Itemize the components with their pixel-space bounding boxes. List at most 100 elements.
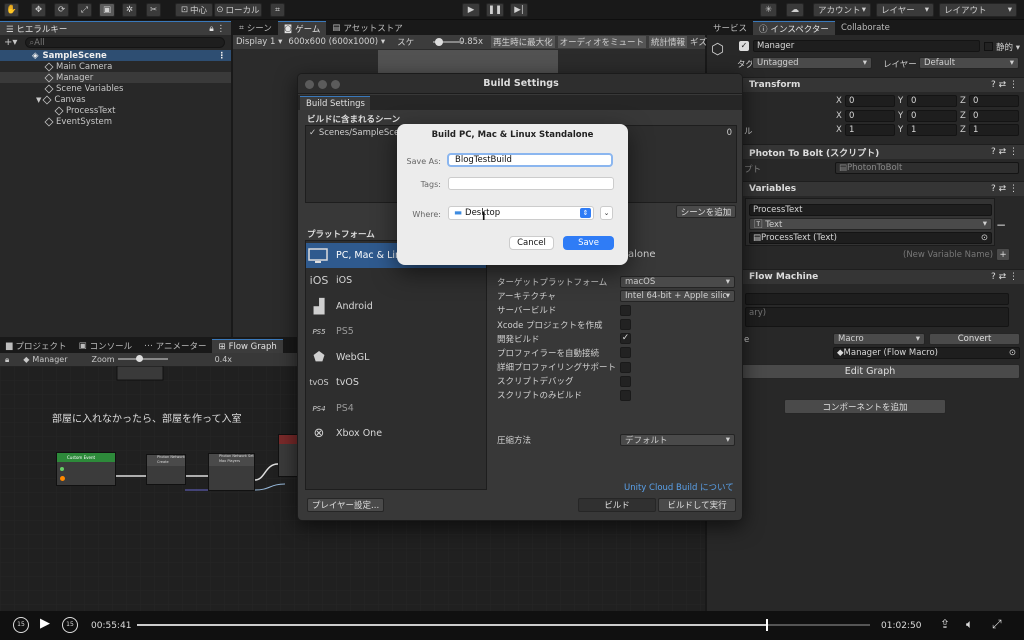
resolution-dropdown[interactable]: 600x600 (600x1000) ▾ xyxy=(288,37,385,47)
add-icon[interactable]: +▾ xyxy=(4,37,17,48)
tab-services[interactable]: サービス xyxy=(707,21,753,35)
macro-field[interactable]: ◆ Manager (Flow Macro) ⊙ xyxy=(833,347,1020,359)
hierarchy-item[interactable]: ▼ Canvas xyxy=(0,94,231,105)
share-icon[interactable]: ⇪ xyxy=(940,617,950,631)
services-button[interactable]: ✳ xyxy=(760,3,777,17)
tab-flow-graph[interactable]: ⊞ Flow Graph xyxy=(212,339,283,353)
pause-button[interactable]: ❚❚ xyxy=(486,3,504,17)
flow-machine-header[interactable]: Flow Machine? ⇄ ⋮ xyxy=(707,269,1024,284)
tab-hierarchy[interactable]: ☰ ヒエラルキー 🔒︎ ⋮ xyxy=(0,21,231,35)
rotate-tool-button[interactable]: ⟳ xyxy=(54,3,69,17)
scale-slider-thumb[interactable] xyxy=(435,38,443,46)
hierarchy-item[interactable]: EventSystem xyxy=(0,116,231,127)
zoom-slider[interactable] xyxy=(118,358,168,360)
component-menu-icons[interactable]: ? ⇄ ⋮ xyxy=(991,272,1018,282)
platform-item[interactable]: ▟ Android xyxy=(306,294,486,319)
tab-collaborate[interactable]: Collaborate xyxy=(835,21,896,35)
edit-graph-button[interactable]: Edit Graph xyxy=(720,364,1020,379)
photon-create-node[interactable]: Photon Network Create xyxy=(146,454,186,485)
architecture-dropdown[interactable]: Intel 64-bit + Apple silicon▾ xyxy=(620,290,735,302)
node-port-icon[interactable] xyxy=(60,476,65,481)
save-button[interactable]: Save xyxy=(563,236,614,250)
progress-thumb[interactable] xyxy=(766,619,769,631)
where-dropdown[interactable]: ▬ Desktop ⇕ xyxy=(448,206,594,220)
tab-console[interactable]: ▣ コンソール xyxy=(73,339,139,353)
flow-title-field[interactable] xyxy=(745,293,1009,305)
autoconnect-profiler-checkbox[interactable] xyxy=(620,347,631,358)
scripts-only-checkbox[interactable] xyxy=(620,390,631,401)
mute-toggle[interactable]: オーディオをミュート xyxy=(557,36,646,48)
layers-dropdown[interactable]: レイヤー ▾ xyxy=(876,3,934,17)
rewind-15-button[interactable]: 15 xyxy=(13,617,29,633)
rect-tool-button[interactable]: ▣ xyxy=(99,3,115,17)
platform-item[interactable]: ⬟ WebGL xyxy=(306,345,486,370)
tab-project[interactable]: ▆ プロジェクト xyxy=(0,339,73,353)
rotation-z[interactable]: 0 xyxy=(969,110,1019,122)
stats-toggle[interactable]: 統計情報 xyxy=(649,36,688,48)
transform-tool-button[interactable]: ✲ xyxy=(122,3,137,17)
custom-event-node[interactable]: Custom Event xyxy=(56,452,116,486)
step-button[interactable]: ▶| xyxy=(510,3,528,17)
xcode-project-checkbox[interactable] xyxy=(620,319,631,330)
photon-script-header[interactable]: Photon To Bolt (スクリプト)? ⇄ ⋮ xyxy=(707,144,1024,159)
scale-tool-button[interactable]: ⤢ xyxy=(77,3,92,17)
add-open-scenes-button[interactable]: シーンを追加 xyxy=(676,205,736,218)
static-checkbox[interactable] xyxy=(984,42,993,51)
fullscreen-icon[interactable]: ⤢ xyxy=(992,617,1002,632)
display-dropdown[interactable]: Display 1 ▾ xyxy=(236,37,282,47)
scene-row[interactable]: ◈ SampleScene ⋮ xyxy=(0,50,231,61)
expand-arrow-icon[interactable]: ▼ xyxy=(36,96,41,104)
position-x[interactable]: 0 xyxy=(845,95,895,107)
progress-track[interactable] xyxy=(137,624,870,626)
transform-header[interactable]: Transform? ⇄ ⋮ xyxy=(707,77,1024,92)
remove-variable-button[interactable]: − xyxy=(996,218,1006,232)
tags-input[interactable] xyxy=(448,177,614,190)
scene-entry[interactable]: ✓ Scenes/SampleScene xyxy=(309,128,410,138)
position-z[interactable]: 0 xyxy=(969,95,1019,107)
node-port-icon[interactable] xyxy=(60,467,64,471)
lock-icon[interactable]: 🔒︎ ⋮ xyxy=(209,24,225,34)
add-variable-button[interactable]: + xyxy=(996,248,1010,261)
variable-type-dropdown[interactable]: 🅃︎ Text ▾ xyxy=(749,218,992,230)
play-button[interactable]: ▶ xyxy=(40,616,50,631)
player-settings-button[interactable]: プレイヤー設定... xyxy=(307,498,384,512)
build-button[interactable]: ビルド xyxy=(578,498,656,512)
layout-dropdown[interactable]: レイアウト ▾ xyxy=(939,3,1017,17)
server-build-checkbox[interactable] xyxy=(620,305,631,316)
volume-icon[interactable]: 🔈︎ xyxy=(966,617,973,632)
rotation-x[interactable]: 0 xyxy=(845,110,895,122)
cloud-build-link[interactable]: Unity Cloud Build について xyxy=(624,481,734,493)
deep-profiling-checkbox[interactable] xyxy=(620,362,631,373)
tab-inspector[interactable]: ⓘ インスペクター xyxy=(753,21,835,35)
expand-dialog-button[interactable]: ⌄ xyxy=(600,206,613,220)
new-variable-input[interactable]: (New Variable Name) xyxy=(903,250,993,260)
tab-build-settings[interactable]: Build Settings xyxy=(300,96,370,110)
target-platform-dropdown[interactable]: macOS ▾ xyxy=(620,276,735,288)
variable-name-field[interactable]: ProcessText xyxy=(749,204,992,216)
platform-item[interactable]: tvOS tvOS xyxy=(306,370,486,395)
component-menu-icons[interactable]: ? ⇄ ⋮ xyxy=(991,147,1018,157)
move-tool-button[interactable]: ✥ xyxy=(31,3,46,17)
hand-tool-button[interactable]: ✋ xyxy=(4,3,19,17)
hierarchy-item[interactable]: Main Camera xyxy=(0,61,231,72)
tab-game[interactable]: ◙ ゲーム xyxy=(277,21,327,35)
platform-item[interactable]: iOS iOS xyxy=(306,268,486,293)
object-picker-icon[interactable]: ⊙ xyxy=(1009,348,1016,358)
graph-node-partial[interactable] xyxy=(278,434,298,477)
compression-dropdown[interactable]: デフォルト ▾ xyxy=(620,434,735,446)
platform-item[interactable]: PS5 PS5 xyxy=(306,319,486,344)
tag-dropdown[interactable]: Untagged ▾ xyxy=(752,57,872,69)
development-build-checkbox[interactable]: ✓ xyxy=(620,333,631,344)
scale-x[interactable]: 1 xyxy=(845,124,895,136)
platform-item[interactable]: ⊗ Xbox One xyxy=(306,421,486,446)
scale-z[interactable]: 1 xyxy=(969,124,1019,136)
active-checkbox[interactable]: ✓ xyxy=(739,41,749,51)
flow-summary-field[interactable]: ary) xyxy=(745,307,1009,327)
more-icon[interactable]: ⋮ xyxy=(218,51,227,61)
tab-asset-store[interactable]: ▤ アセットストア xyxy=(326,21,408,35)
forward-15-button[interactable]: 15 xyxy=(62,617,78,633)
photon-set-max-node[interactable]: Photon Network Set Max Players xyxy=(208,453,255,491)
account-dropdown[interactable]: アカウント ▾ xyxy=(813,3,871,17)
position-y[interactable]: 0 xyxy=(907,95,957,107)
zoom-slider-thumb[interactable] xyxy=(136,355,143,362)
